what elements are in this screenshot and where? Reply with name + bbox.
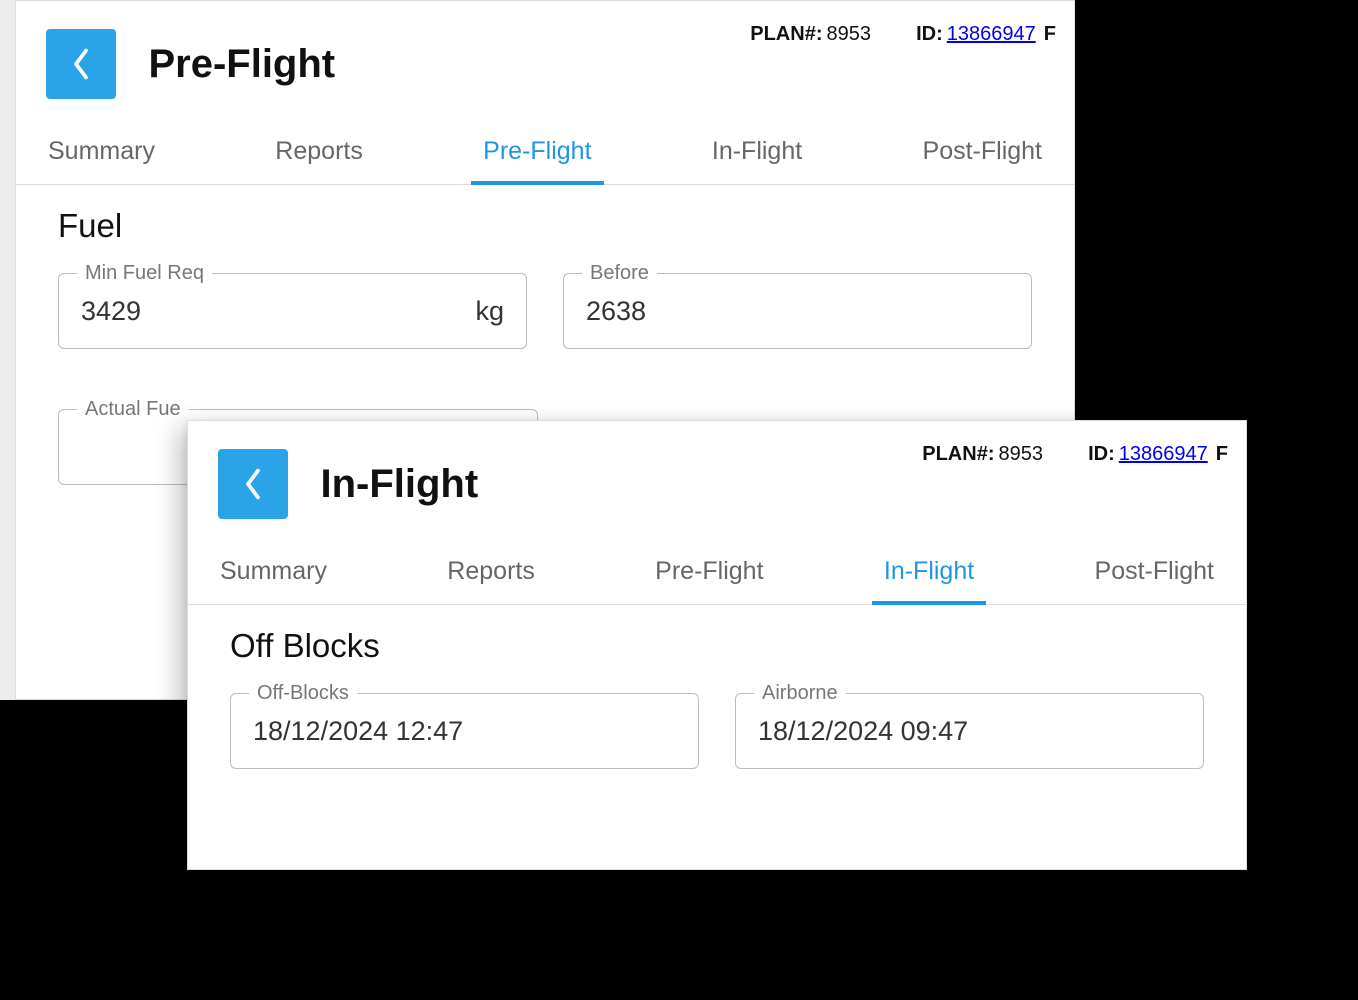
chevron-left-icon [243, 468, 263, 500]
value-off-blocks: 18/12/2024 12:47 [253, 716, 676, 747]
tab-in-flight[interactable]: In-Flight [710, 131, 804, 184]
tab-summary[interactable]: Summary [218, 551, 329, 604]
plan-label: PLAN# [750, 23, 816, 45]
label-actual-fuel: Actual Fue [77, 398, 189, 421]
tabs-pre: Summary Reports Pre-Flight In-Flight Pos… [16, 109, 1074, 185]
label-airborne: Airborne [754, 682, 846, 705]
plan-value: 8953 [827, 23, 872, 45]
panel-in-flight: In-Flight PLAN#:8953 ID:13866947F Summar… [187, 420, 1247, 870]
offblocks-row: Off-Blocks 18/12/2024 12:47 Airborne 18/… [230, 693, 1204, 769]
field-min-fuel-req[interactable]: Min Fuel Req 3429 kg [58, 273, 527, 349]
in-content: Off Blocks Off-Blocks 18/12/2024 12:47 A… [188, 605, 1246, 851]
stage: Pre-Flight PLAN#:8953 ID:13866947F Summa… [0, 0, 1358, 1000]
id-label: ID [1088, 443, 1108, 465]
unit-min-fuel-req: kg [475, 296, 504, 327]
field-airborne[interactable]: Airborne 18/12/2024 09:47 [735, 693, 1204, 769]
id-link[interactable]: 13866947 [1119, 443, 1208, 465]
field-off-blocks[interactable]: Off-Blocks 18/12/2024 12:47 [230, 693, 699, 769]
header-meta: PLAN#:8953 ID:13866947F [922, 443, 1228, 466]
chevron-left-icon [71, 48, 91, 80]
field-before[interactable]: Before 2638 [563, 273, 1032, 349]
tab-reports[interactable]: Reports [445, 551, 537, 604]
tab-reports[interactable]: Reports [273, 131, 365, 184]
page-title: In-Flight [320, 462, 478, 507]
plan-value: 8953 [999, 443, 1044, 465]
back-button[interactable] [46, 29, 116, 99]
id-label: ID [916, 23, 936, 45]
header-meta: PLAN#:8953 ID:13866947F [750, 23, 1056, 46]
tab-pre-flight[interactable]: Pre-Flight [653, 551, 765, 604]
tab-in-flight[interactable]: In-Flight [882, 551, 976, 604]
value-before: 2638 [586, 296, 1009, 327]
value-airborne: 18/12/2024 09:47 [758, 716, 1181, 747]
page-title: Pre-Flight [148, 42, 335, 87]
meta-trailing: F [1216, 443, 1228, 465]
id-link[interactable]: 13866947 [947, 23, 1036, 45]
label-off-blocks: Off-Blocks [249, 682, 357, 705]
section-title-fuel: Fuel [58, 207, 1032, 245]
plan-label: PLAN# [922, 443, 988, 465]
panel-pre-header: Pre-Flight PLAN#:8953 ID:13866947F [16, 1, 1074, 109]
meta-trailing: F [1044, 23, 1056, 45]
tab-pre-flight[interactable]: Pre-Flight [481, 131, 593, 184]
label-min-fuel-req: Min Fuel Req [77, 262, 212, 285]
tab-post-flight[interactable]: Post-Flight [921, 131, 1044, 184]
tab-summary[interactable]: Summary [46, 131, 157, 184]
tabs-in: Summary Reports Pre-Flight In-Flight Pos… [188, 529, 1246, 605]
fuel-row-1: Min Fuel Req 3429 kg Before 2638 [58, 273, 1032, 349]
value-min-fuel-req: 3429 [81, 296, 467, 327]
tab-post-flight[interactable]: Post-Flight [1093, 551, 1216, 604]
section-title-offblocks: Off Blocks [230, 627, 1204, 665]
label-before: Before [582, 262, 657, 285]
back-button[interactable] [218, 449, 288, 519]
panel-in-header: In-Flight PLAN#:8953 ID:13866947F [188, 421, 1246, 529]
